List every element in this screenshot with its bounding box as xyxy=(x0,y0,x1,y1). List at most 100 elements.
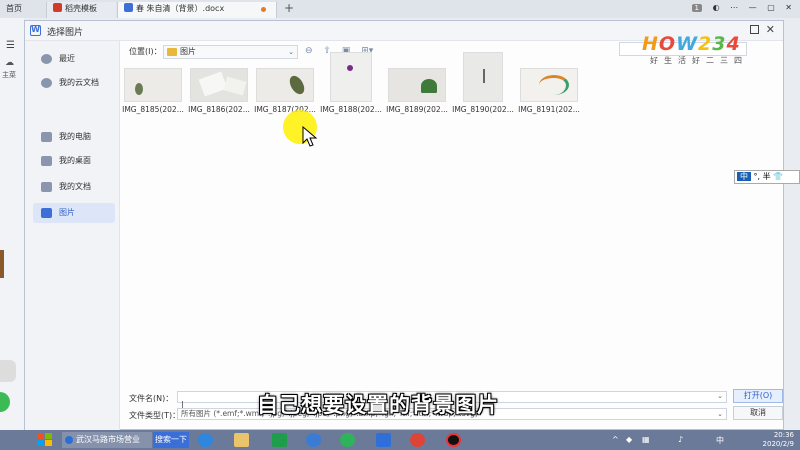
file-name: IMG_8191(202... xyxy=(518,105,580,114)
windows-start-icon[interactable] xyxy=(36,432,54,448)
desktop-icon xyxy=(41,156,52,166)
sidebar-item-label: 我的文档 xyxy=(59,182,91,191)
file-item[interactable]: IMG_8189(202... xyxy=(384,68,450,114)
word-doc-icon xyxy=(124,3,133,12)
clock-date: 2020/2/9 xyxy=(762,440,794,448)
taskbar-search-button[interactable]: 搜索一下 xyxy=(153,432,189,448)
sidebar-item-pictures[interactable]: 图片 xyxy=(33,203,115,223)
maximize-icon[interactable]: ▢ xyxy=(767,3,775,12)
cloud-sync-icon[interactable]: ☁ xyxy=(5,58,14,68)
store-icon[interactable] xyxy=(272,433,287,447)
notification-badge[interactable]: 1 xyxy=(691,4,703,12)
folder-icon xyxy=(167,48,177,56)
file-item[interactable]: IMG_8190(202... xyxy=(450,52,516,114)
watermark-brand: HOW234 xyxy=(642,33,741,55)
location-dropdown[interactable]: 图片 ⌄ xyxy=(163,45,298,59)
unsaved-dot-icon xyxy=(261,7,266,12)
ime-punct[interactable]: °, 半 xyxy=(754,172,771,181)
file-name: IMG_8190(202... xyxy=(452,105,514,114)
side-panel-button[interactable] xyxy=(0,360,16,382)
sidebar-item-documents[interactable]: 我的文档 xyxy=(33,177,115,197)
folder-icon xyxy=(41,208,52,218)
clock-icon xyxy=(41,54,52,64)
browser-tab-bar: 首页 稻壳模板 春 朱自清（背景）.docx + 1 ◐ ⋯ — ▢ ✕ xyxy=(0,0,800,18)
filetype-label: 文件类型(T)： xyxy=(129,411,181,420)
computer-icon xyxy=(41,132,52,142)
ime-mode[interactable]: 中 xyxy=(737,172,751,181)
volume-icon[interactable]: ♪ xyxy=(678,435,683,444)
image-thumbnail xyxy=(190,68,248,102)
tab-templates[interactable]: 稻壳模板 xyxy=(46,2,116,18)
main-menu-label: 主菜 xyxy=(2,71,16,79)
recorder-icon[interactable] xyxy=(446,433,461,447)
chevron-down-icon: ⌄ xyxy=(288,48,294,56)
location-value: 图片 xyxy=(180,47,196,56)
user-icon[interactable]: ◐ xyxy=(713,3,720,12)
filename-label: 文件名(N)： xyxy=(129,394,174,403)
close-window-icon[interactable]: ✕ xyxy=(785,3,792,12)
open-button[interactable]: 打开(O) xyxy=(733,389,783,403)
tray-expand-icon[interactable]: ^ xyxy=(612,435,619,444)
image-thumbnail xyxy=(256,68,314,102)
hamburger-menu-icon[interactable]: ☰ xyxy=(6,40,15,51)
file-item[interactable]: IMG_8188(202... xyxy=(318,52,384,114)
file-item[interactable]: IMG_8187(202... xyxy=(252,68,318,114)
file-item[interactable]: IMG_8191(202... xyxy=(516,68,582,114)
sidebar-item-label: 我的电脑 xyxy=(59,132,91,141)
sidebar-item-computer[interactable]: 我的电脑 xyxy=(33,127,115,147)
watermark-slogan: 好生活好二三四 xyxy=(650,56,748,65)
strip-marker xyxy=(0,250,4,278)
tab-document[interactable]: 春 朱自清（背景）.docx xyxy=(117,2,277,18)
tab-home[interactable]: 首页 xyxy=(0,2,45,18)
chrome-icon[interactable] xyxy=(410,433,425,447)
file-item[interactable]: IMG_8186(202... xyxy=(186,68,252,114)
mouse-pointer-icon xyxy=(302,126,318,147)
sidebar-item-label: 我的桌面 xyxy=(59,156,91,165)
minimize-icon[interactable]: — xyxy=(749,3,757,12)
taskbar-item-browser[interactable]: 武汉马路市场营业 xyxy=(62,432,152,448)
sidebar-item-cloud-docs[interactable]: 我的云文档 xyxy=(33,73,115,93)
docer-icon xyxy=(53,3,62,12)
tshirt-icon[interactable]: 👕 xyxy=(773,172,783,181)
location-label: 位置(I)： xyxy=(129,47,162,56)
chevron-down-icon: ⌄ xyxy=(717,392,723,400)
sidebar-item-label: 我的云文档 xyxy=(59,78,99,87)
browser-360-icon[interactable] xyxy=(340,433,355,447)
ime-tray-icon[interactable]: 中 xyxy=(716,435,724,446)
tab-document-label: 春 朱自清（背景）.docx xyxy=(136,4,225,13)
new-tab-button[interactable]: + xyxy=(284,1,294,15)
tray-app-icon[interactable]: ◆ xyxy=(626,435,632,444)
chevron-down-icon: ⌄ xyxy=(717,410,723,418)
network-icon[interactable]: ▦ xyxy=(642,435,650,444)
watermark-logo: HOW234 好生活好二三四 xyxy=(642,33,772,73)
ime-toolbar[interactable]: 中 °, 半 👕 xyxy=(734,170,800,184)
sidebar-item-label: 最近 xyxy=(59,54,75,63)
dialog-sidebar: 最近 我的云文档 我的电脑 我的桌面 我的文档 图片 xyxy=(25,41,120,431)
image-thumbnail xyxy=(388,68,446,102)
file-explorer-icon[interactable] xyxy=(234,433,249,447)
cancel-button[interactable]: 取消 xyxy=(733,406,783,420)
sidebar-item-desktop[interactable]: 我的桌面 xyxy=(33,151,115,171)
menu-icon[interactable]: ⋯ xyxy=(730,3,738,12)
taskbar-clock[interactable]: 20:36 2020/2/9 xyxy=(763,431,794,449)
sidebar-item-label: 图片 xyxy=(59,208,75,217)
file-name: IMG_8185(202... xyxy=(122,105,184,114)
wps-logo-icon: W xyxy=(30,25,41,36)
clock-time: 20:36 xyxy=(773,431,794,439)
cloud-app-icon[interactable] xyxy=(306,433,321,447)
image-thumbnail xyxy=(463,52,503,102)
ie-icon[interactable] xyxy=(198,433,213,447)
select-image-dialog: W 选择图片 ✕ 最近 我的云文档 我的电脑 我的桌面 我的文档 图片 位置(I… xyxy=(24,20,784,431)
windows-taskbar: 武汉马路市场营业 搜索一下 ^ ◆ ▦ ♪ 中 20:36 2020/2/9 xyxy=(0,430,800,450)
window-controls: 1 ◐ ⋯ — ▢ ✕ xyxy=(684,3,792,12)
image-thumbnail xyxy=(124,68,182,102)
file-item[interactable]: IMG_8185(202... xyxy=(120,68,186,114)
file-name: IMG_8189(202... xyxy=(386,105,448,114)
file-name: IMG_8186(202... xyxy=(188,105,250,114)
dialog-title: 选择图片 xyxy=(47,28,84,38)
sidebar-item-recent[interactable]: 最近 xyxy=(33,49,115,69)
app-left-strip: ☰ ☁ 主菜 页码 xyxy=(0,18,24,446)
back-icon[interactable]: ⊖ xyxy=(305,46,313,56)
side-green-button[interactable] xyxy=(0,392,10,412)
wps-writer-icon[interactable] xyxy=(376,433,391,447)
